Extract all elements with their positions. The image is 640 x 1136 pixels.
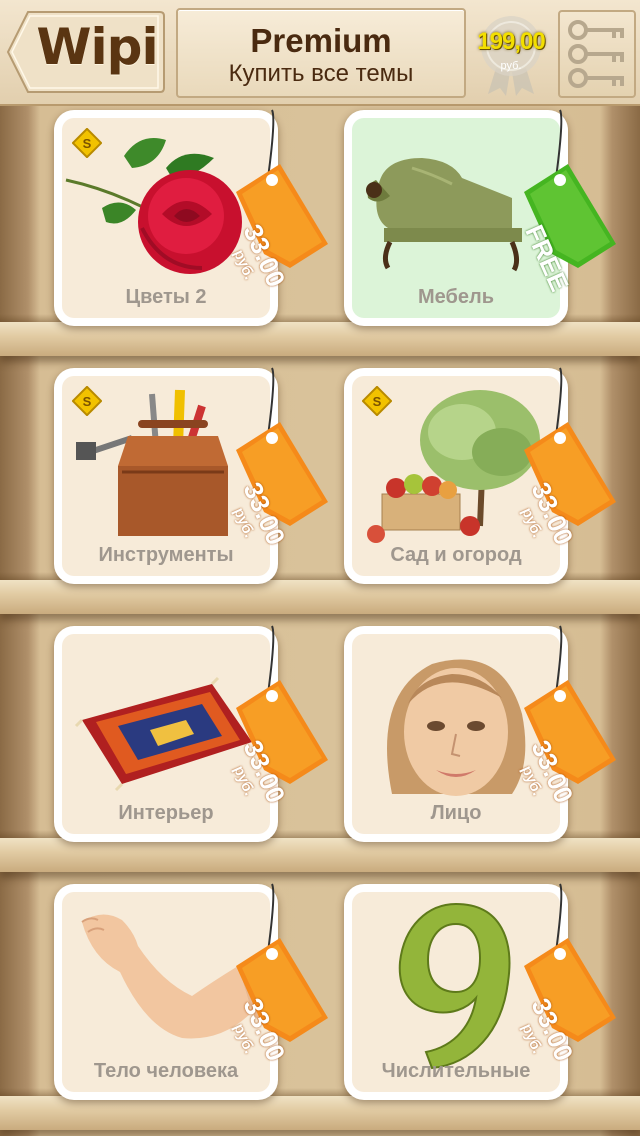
special-badge-icon: S xyxy=(72,386,102,416)
theme-label: Числительные xyxy=(381,1060,531,1082)
theme-label: Лицо xyxy=(430,802,482,824)
price-tag[interactable]: 33.00 руб. xyxy=(516,882,636,1065)
premium-subtitle: Купить все темы xyxy=(228,60,414,87)
theme-label: Сад и огород xyxy=(390,544,522,566)
theme-label: Цветы 2 xyxy=(125,286,207,308)
price-tag[interactable]: 33.00 руб. xyxy=(228,882,348,1065)
premium-title: Premium xyxy=(250,22,392,59)
shelf xyxy=(0,830,640,872)
price-tag[interactable]: 33.00 руб. xyxy=(228,108,348,291)
free-tag[interactable]: FREE xyxy=(516,108,636,296)
premium-price-badge[interactable]: 199,00 руб. xyxy=(468,10,554,96)
theme-label: Тело человека xyxy=(93,1060,239,1082)
premium-price: 199,00 xyxy=(477,28,545,55)
special-badge-letter: S xyxy=(373,394,382,409)
price-tag[interactable]: 33.00 руб. xyxy=(516,366,636,549)
back-button-label: Wipi xyxy=(36,18,158,76)
special-badge-icon: S xyxy=(72,128,102,158)
special-badge-letter: S xyxy=(83,394,92,409)
price-tag[interactable]: 33.00 руб. xyxy=(516,624,636,807)
theme-label: Инструменты xyxy=(98,544,234,566)
theme-label: Мебель xyxy=(418,286,494,308)
theme-label: Интерьер xyxy=(118,802,214,824)
shelf xyxy=(0,1088,640,1130)
price-tag[interactable]: 33.00 руб. xyxy=(228,624,348,807)
special-badge-letter: S xyxy=(83,136,92,151)
special-badge-icon: S xyxy=(362,386,392,416)
unlock-keys-button[interactable] xyxy=(558,10,636,98)
premium-button[interactable]: Premium Купить все темы xyxy=(176,8,466,98)
price-tag[interactable]: 33.00 руб. xyxy=(228,366,348,549)
shelf xyxy=(0,572,640,614)
premium-price-currency: руб. xyxy=(500,60,522,72)
keys-icon xyxy=(568,20,624,88)
shelf xyxy=(0,314,640,356)
back-button[interactable]: Wipi xyxy=(6,10,166,94)
top-bar: Wipi Premium Купить все темы 199,00 руб. xyxy=(0,0,640,106)
